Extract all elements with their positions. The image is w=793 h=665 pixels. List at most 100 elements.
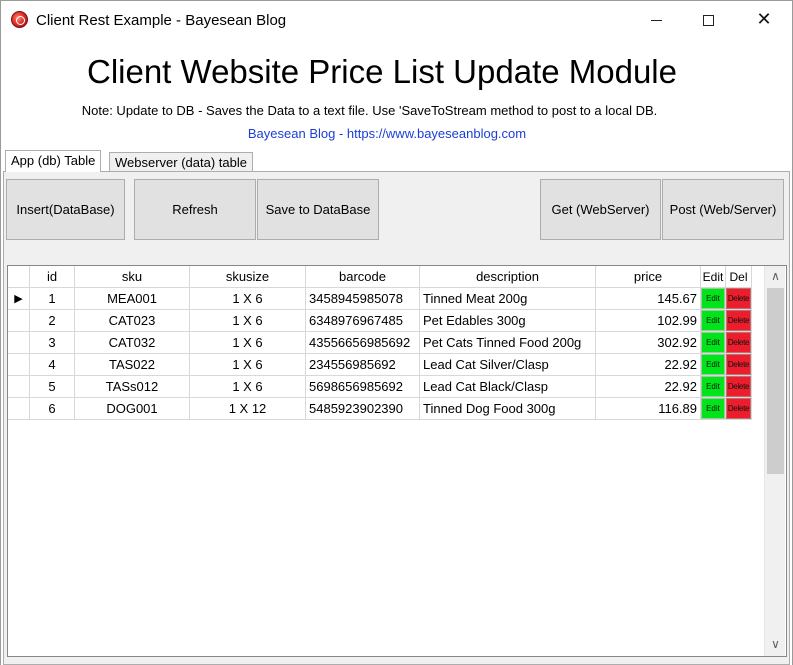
save-to-database-button[interactable]: Save to DataBase [257, 179, 379, 240]
cell-description[interactable]: Pet Cats Tinned Food 200g [420, 332, 596, 354]
cell-sku[interactable]: TASs012 [75, 376, 190, 398]
cell-edit: Edit [701, 310, 726, 332]
insert-database-button[interactable]: Insert(DataBase) [6, 179, 125, 240]
cell-sku[interactable]: CAT023 [75, 310, 190, 332]
app-icon [11, 11, 28, 28]
cell-edit: Edit [701, 288, 726, 310]
cell-barcode[interactable]: 43556656985692 [306, 332, 420, 354]
cell-skusize[interactable]: 1 X 6 [190, 310, 306, 332]
cell-edit: Edit [701, 354, 726, 376]
cell-skusize[interactable]: 1 X 6 [190, 376, 306, 398]
tab-app-db-table[interactable]: App (db) Table [5, 150, 102, 172]
delete-row-button[interactable]: Delete [726, 310, 751, 331]
table-row[interactable]: 4 TAS022 1 X 6 234556985692 Lead Cat Silver/… [8, 354, 752, 376]
cell-barcode[interactable]: 234556985692 [306, 354, 420, 376]
table-row[interactable]: 5 TASs012 1 X 6 5698656985692 Lead Cat Black… [8, 376, 752, 398]
close-icon: ✕ [756, 9, 772, 30]
table-row[interactable]: 6 DOG001 1 X 12 5485923902390 Tinned Dog Foo… [8, 398, 752, 420]
edit-row-button[interactable]: Edit [701, 354, 725, 375]
table-row[interactable]: ▶ 1 MEA001 1 X 6 3458945985078 Tinned Meat 20… [8, 288, 752, 310]
column-header-edit[interactable]: Edit [701, 266, 726, 288]
cell-barcode[interactable]: 6348976967485 [306, 310, 420, 332]
table-row[interactable]: 3 CAT032 1 X 6 43556656985692 Pet Cats Tinne… [8, 332, 752, 354]
cell-sku[interactable]: CAT032 [75, 332, 190, 354]
refresh-button[interactable]: Refresh [134, 179, 256, 240]
cell-skusize[interactable]: 1 X 6 [190, 288, 306, 310]
delete-row-button[interactable]: Delete [726, 398, 751, 419]
cell-sku[interactable]: MEA001 [75, 288, 190, 310]
row-indicator[interactable]: ▶ [8, 288, 30, 310]
row-indicator[interactable] [8, 332, 30, 354]
cell-del: Delete [726, 310, 752, 332]
cell-price[interactable]: 302.92 [596, 332, 701, 354]
cell-skusize[interactable]: 1 X 6 [190, 332, 306, 354]
column-header-description[interactable]: description [420, 266, 596, 288]
delete-row-button[interactable]: Delete [726, 288, 751, 309]
header-indicator-cell [8, 266, 30, 288]
column-header-skusize[interactable]: skusize [190, 266, 306, 288]
maximize-button[interactable] [685, 1, 731, 39]
row-indicator[interactable] [8, 310, 30, 332]
cell-skusize[interactable]: 1 X 6 [190, 354, 306, 376]
cell-id[interactable]: 1 [30, 288, 75, 310]
column-header-id[interactable]: id [30, 266, 75, 288]
tab-page-app-db: Insert(DataBase) Refresh Save to DataBas… [3, 171, 790, 665]
cell-price[interactable]: 102.99 [596, 310, 701, 332]
cell-id[interactable]: 4 [30, 354, 75, 376]
cell-description[interactable]: Lead Cat Black/Clasp [420, 376, 596, 398]
cell-id[interactable]: 6 [30, 398, 75, 420]
edit-row-button[interactable]: Edit [701, 398, 725, 419]
cell-id[interactable]: 3 [30, 332, 75, 354]
client-area: Client Website Price List Update Module … [1, 39, 792, 665]
cell-description[interactable]: Tinned Meat 200g [420, 288, 596, 310]
blog-link[interactable]: Bayesean Blog - https://www.bayeseanblog… [1, 126, 773, 141]
edit-row-button[interactable]: Edit [701, 376, 725, 397]
row-indicator[interactable] [8, 398, 30, 420]
cell-description[interactable]: Lead Cat Silver/Clasp [420, 354, 596, 376]
row-indicator[interactable] [8, 354, 30, 376]
cell-price[interactable]: 145.67 [596, 288, 701, 310]
edit-row-button[interactable]: Edit [701, 332, 725, 353]
post-webserver-button[interactable]: Post (Web/Server) [662, 179, 784, 240]
tab-webserver-data-table[interactable]: Webserver (data) table [109, 152, 253, 172]
window-title: Client Rest Example - Bayesean Blog [36, 12, 287, 29]
cell-barcode[interactable]: 3458945985078 [306, 288, 420, 310]
cell-price[interactable]: 116.89 [596, 398, 701, 420]
page-heading: Client Website Price List Update Module [86, 53, 677, 90]
price-list-grid[interactable]: id sku skusize barcode description price… [7, 265, 787, 657]
cell-del: Delete [726, 288, 752, 310]
edit-row-button[interactable]: Edit [701, 288, 725, 309]
cell-id[interactable]: 2 [30, 310, 75, 332]
column-header-price[interactable]: price [596, 266, 701, 288]
cell-sku[interactable]: TAS022 [75, 354, 190, 376]
row-indicator[interactable] [8, 376, 30, 398]
grid-header-row: id sku skusize barcode description price… [8, 266, 752, 288]
column-header-barcode[interactable]: barcode [306, 266, 420, 288]
cell-price[interactable]: 22.92 [596, 354, 701, 376]
get-webserver-button[interactable]: Get (WebServer) [540, 179, 661, 240]
cell-price[interactable]: 22.92 [596, 376, 701, 398]
cell-edit: Edit [701, 376, 726, 398]
title-bar[interactable]: Client Rest Example - Bayesean Blog ✕ [1, 1, 792, 39]
cell-id[interactable]: 5 [30, 376, 75, 398]
scroll-thumb[interactable] [767, 288, 784, 474]
column-header-del[interactable]: Del [726, 266, 752, 288]
cell-barcode[interactable]: 5485923902390 [306, 398, 420, 420]
vertical-scrollbar[interactable]: ∧ ∨ [764, 266, 785, 656]
scroll-down-icon[interactable]: ∨ [765, 634, 786, 654]
delete-row-button[interactable]: Delete [726, 354, 751, 375]
cell-description[interactable]: Pet Edables 300g [420, 310, 596, 332]
column-header-sku[interactable]: sku [75, 266, 190, 288]
cell-skusize[interactable]: 1 X 12 [190, 398, 306, 420]
scroll-up-icon[interactable]: ∧ [765, 266, 786, 286]
cell-sku[interactable]: DOG001 [75, 398, 190, 420]
cell-description[interactable]: Tinned Dog Food 300g [420, 398, 596, 420]
cell-del: Delete [726, 376, 752, 398]
delete-row-button[interactable]: Delete [726, 376, 751, 397]
minimize-button[interactable] [633, 1, 679, 39]
close-button[interactable]: ✕ [741, 1, 787, 39]
cell-barcode[interactable]: 5698656985692 [306, 376, 420, 398]
delete-row-button[interactable]: Delete [726, 332, 751, 353]
edit-row-button[interactable]: Edit [701, 310, 725, 331]
table-row[interactable]: 2 CAT023 1 X 6 6348976967485 Pet Edables 300… [8, 310, 752, 332]
